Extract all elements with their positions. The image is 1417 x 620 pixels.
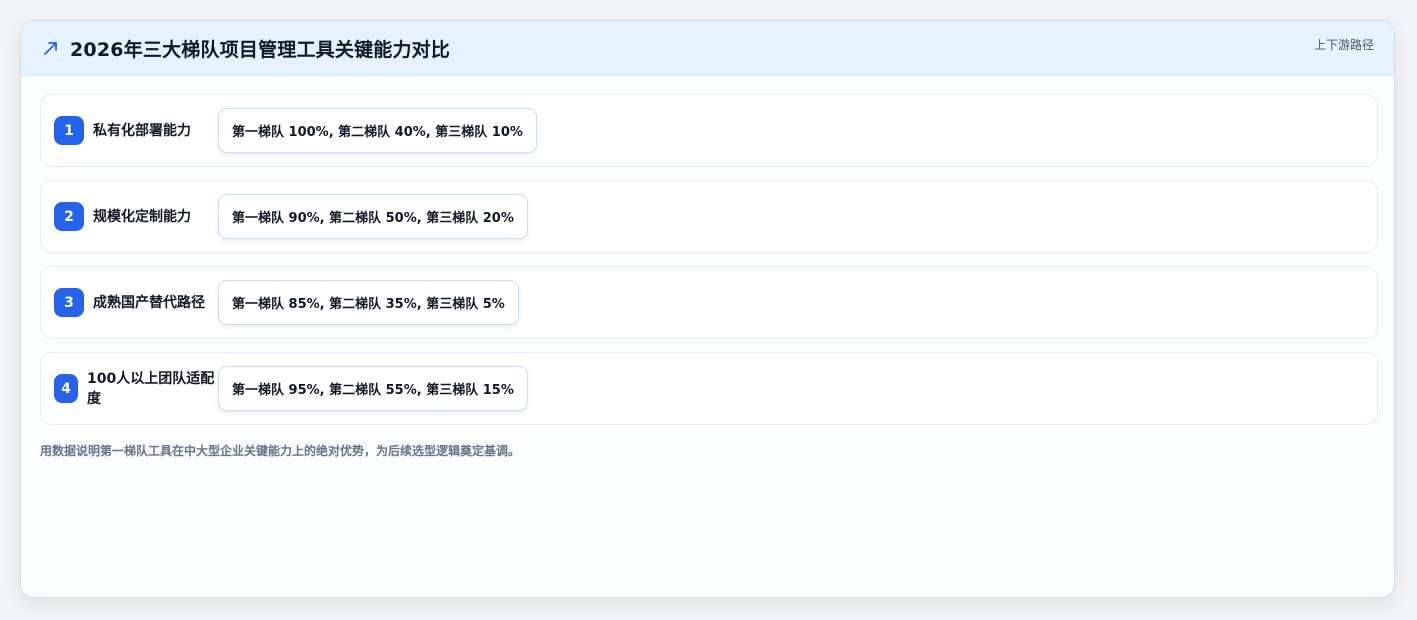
capability-row: 4 100人以上团队适配度 第一梯队 95%, 第二梯队 55%, 第三梯队 1…: [40, 352, 1378, 425]
capability-label: 100人以上团队适配度: [87, 370, 215, 407]
row-number-badge: 1: [54, 116, 84, 145]
card-header: 2026年三大梯队项目管理工具关键能力对比 上下游路径: [21, 21, 1394, 76]
capability-label: 私有化部署能力: [93, 122, 191, 139]
capability-label: 规模化定制能力: [93, 208, 191, 225]
footnote: 用数据说明第一梯队工具在中大型企业关键能力上的绝对优势，为后续选型逻辑奠定基调。: [40, 444, 521, 458]
tier-values-pill: 第一梯队 90%, 第二梯队 50%, 第三梯队 20%: [218, 194, 528, 239]
row-number-badge: 4: [54, 374, 78, 403]
card-title: 2026年三大梯队项目管理工具关键能力对比: [70, 39, 451, 61]
tier-values-pill: 第一梯队 100%, 第二梯队 40%, 第三梯队 10%: [218, 108, 537, 153]
capability-label: 成熟国产替代路径: [93, 294, 205, 311]
capability-row: 2 规模化定制能力 第一梯队 90%, 第二梯队 50%, 第三梯队 20%: [40, 180, 1378, 253]
row-number-badge: 2: [54, 202, 84, 231]
header-tag: 上下游路径: [1313, 38, 1374, 52]
comparison-card: 2026年三大梯队项目管理工具关键能力对比 上下游路径 1 私有化部署能力 第一…: [20, 20, 1395, 598]
row-number-badge: 3: [54, 288, 84, 317]
tier-values-pill: 第一梯队 85%, 第二梯队 35%, 第三梯队 5%: [218, 280, 519, 325]
capability-row: 3 成熟国产替代路径 第一梯队 85%, 第二梯队 35%, 第三梯队 5%: [40, 266, 1378, 339]
tier-values-pill: 第一梯队 95%, 第二梯队 55%, 第三梯队 15%: [218, 366, 528, 411]
capability-row: 1 私有化部署能力 第一梯队 100%, 第二梯队 40%, 第三梯队 10%: [40, 94, 1378, 167]
trend-arrow-icon: [44, 42, 57, 55]
